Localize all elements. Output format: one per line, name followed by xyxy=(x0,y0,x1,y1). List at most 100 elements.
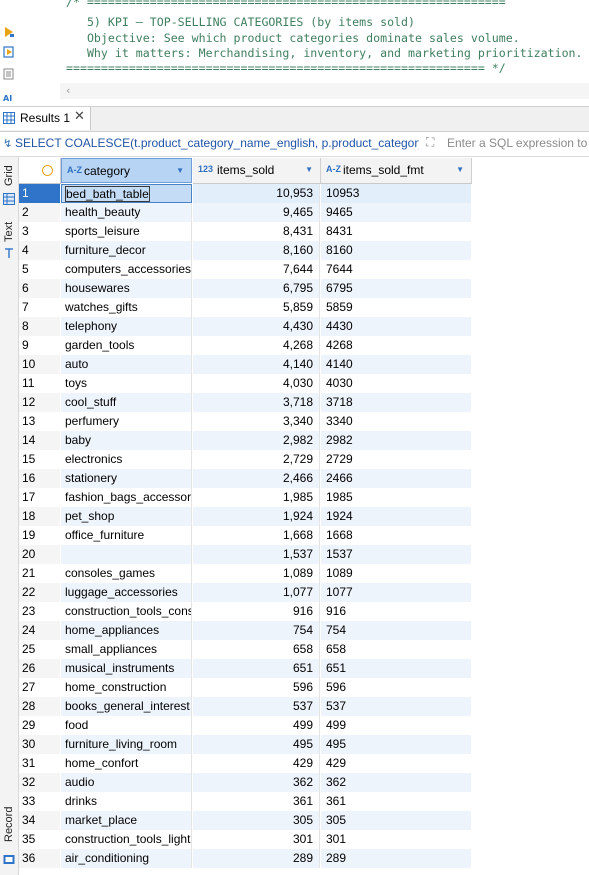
cell-items-sold-fmt[interactable]: 596 xyxy=(321,678,471,697)
cell-items-sold-fmt[interactable]: 289 xyxy=(321,849,471,868)
cell-items-sold-fmt[interactable]: 3340 xyxy=(321,412,471,431)
row-number[interactable]: 15 xyxy=(19,450,60,469)
cell-items-sold[interactable]: 8,431 xyxy=(193,222,320,241)
row-number[interactable]: 14 xyxy=(19,431,60,450)
row-number[interactable]: 3 xyxy=(19,222,60,241)
chevron-down-icon[interactable]: ▼ xyxy=(456,165,464,174)
results-grid[interactable]: A-Z category ▼ 123 items_sold ▼ A-Z item… xyxy=(19,158,589,875)
chevron-down-icon[interactable]: ▼ xyxy=(305,165,313,174)
cell-items-sold-fmt[interactable]: 3718 xyxy=(321,393,471,412)
row-number[interactable]: 19 xyxy=(19,526,60,545)
table-row[interactable]: 19 office_furniture 1,668 1668 xyxy=(19,526,473,545)
cell-items-sold[interactable]: 2,729 xyxy=(193,450,320,469)
text-view-tab[interactable]: Text xyxy=(0,219,18,249)
cell-category[interactable]: drinks xyxy=(61,792,192,811)
explain-plan-icon[interactable] xyxy=(3,68,15,80)
cell-items-sold-fmt[interactable]: 651 xyxy=(321,659,471,678)
row-number[interactable]: 34 xyxy=(19,811,60,830)
cell-items-sold[interactable]: 499 xyxy=(193,716,320,735)
table-row[interactable]: 9 garden_tools 4,268 4268 xyxy=(19,336,473,355)
cell-category[interactable]: computers_accessories xyxy=(61,260,192,279)
row-number[interactable]: 26 xyxy=(19,659,60,678)
row-number[interactable]: 30 xyxy=(19,735,60,754)
cell-items-sold[interactable]: 4,140 xyxy=(193,355,320,374)
table-row[interactable]: 18 pet_shop 1,924 1924 xyxy=(19,507,473,526)
cell-items-sold[interactable]: 289 xyxy=(193,849,320,868)
cell-items-sold-fmt[interactable]: 10953 xyxy=(321,184,471,203)
cell-items-sold[interactable]: 4,030 xyxy=(193,374,320,393)
cell-category[interactable]: garden_tools xyxy=(61,336,192,355)
cell-items-sold-fmt[interactable]: 495 xyxy=(321,735,471,754)
cell-items-sold[interactable]: 4,430 xyxy=(193,317,320,336)
cell-items-sold[interactable]: 8,160 xyxy=(193,241,320,260)
cell-category[interactable]: auto xyxy=(61,355,192,374)
row-number[interactable]: 10 xyxy=(19,355,60,374)
cell-category[interactable]: musical_instruments xyxy=(61,659,192,678)
cell-items-sold-fmt[interactable]: 4268 xyxy=(321,336,471,355)
sql-editor[interactable]: AI /* ==================================… xyxy=(0,0,589,104)
cell-items-sold[interactable]: 495 xyxy=(193,735,320,754)
table-row[interactable]: 23 construction_tools_cons 916 916 xyxy=(19,602,473,621)
row-number[interactable]: 11 xyxy=(19,374,60,393)
cell-items-sold-fmt[interactable]: 8160 xyxy=(321,241,471,260)
record-view-icon[interactable] xyxy=(3,853,15,865)
cell-items-sold-fmt[interactable]: 4140 xyxy=(321,355,471,374)
row-number[interactable]: 5 xyxy=(19,260,60,279)
select-all-icon[interactable] xyxy=(42,165,53,176)
cell-category[interactable]: air_conditioning xyxy=(61,849,192,868)
close-icon[interactable]: ✕ xyxy=(74,109,85,124)
row-number-header[interactable] xyxy=(19,158,61,184)
row-number[interactable]: 1 xyxy=(19,184,60,203)
row-number[interactable]: 17 xyxy=(19,488,60,507)
cell-items-sold-fmt[interactable]: 2729 xyxy=(321,450,471,469)
cell-items-sold[interactable]: 1,985 xyxy=(193,488,320,507)
row-number[interactable]: 18 xyxy=(19,507,60,526)
cell-items-sold-fmt[interactable]: 1077 xyxy=(321,583,471,602)
cell-items-sold[interactable]: 651 xyxy=(193,659,320,678)
cell-items-sold[interactable]: 3,340 xyxy=(193,412,320,431)
cell-items-sold-fmt[interactable]: 1668 xyxy=(321,526,471,545)
row-number[interactable]: 23 xyxy=(19,602,60,621)
cell-items-sold-fmt[interactable]: 8431 xyxy=(321,222,471,241)
row-number[interactable]: 27 xyxy=(19,678,60,697)
cell-items-sold-fmt[interactable]: 362 xyxy=(321,773,471,792)
row-number[interactable]: 9 xyxy=(19,336,60,355)
cell-items-sold-fmt[interactable]: 2982 xyxy=(321,431,471,450)
cell-category[interactable]: luggage_accessories xyxy=(61,583,192,602)
row-number[interactable]: 4 xyxy=(19,241,60,260)
cell-category[interactable]: bed_bath_table xyxy=(61,184,192,203)
cell-items-sold-fmt[interactable]: 9465 xyxy=(321,203,471,222)
cell-category[interactable]: baby xyxy=(61,431,192,450)
cell-items-sold[interactable]: 1,668 xyxy=(193,526,320,545)
cell-items-sold-fmt[interactable]: 658 xyxy=(321,640,471,659)
cell-category[interactable]: watches_gifts xyxy=(61,298,192,317)
cell-items-sold-fmt[interactable]: 7644 xyxy=(321,260,471,279)
table-row[interactable]: 14 baby 2,982 2982 xyxy=(19,431,473,450)
cell-items-sold-fmt[interactable]: 754 xyxy=(321,621,471,640)
table-row[interactable]: 29 food 499 499 xyxy=(19,716,473,735)
chevron-left-icon[interactable]: ‹ xyxy=(66,84,70,97)
cell-items-sold-fmt[interactable]: 1537 xyxy=(321,545,471,564)
cell-category[interactable]: office_furniture xyxy=(61,526,192,545)
cell-items-sold-fmt[interactable]: 1985 xyxy=(321,488,471,507)
table-row[interactable]: 12 cool_stuff 3,718 3718 xyxy=(19,393,473,412)
table-row[interactable]: 4 furniture_decor 8,160 8160 xyxy=(19,241,473,260)
cell-items-sold[interactable]: 2,982 xyxy=(193,431,320,450)
cell-category[interactable]: furniture_decor xyxy=(61,241,192,260)
row-number[interactable]: 16 xyxy=(19,469,60,488)
cell-items-sold[interactable]: 1,537 xyxy=(193,545,320,564)
table-row[interactable]: 5 computers_accessories 7,644 7644 xyxy=(19,260,473,279)
table-row[interactable]: 7 watches_gifts 5,859 5859 xyxy=(19,298,473,317)
table-row[interactable]: 3 sports_leisure 8,431 8431 xyxy=(19,222,473,241)
cell-items-sold-fmt[interactable]: 2466 xyxy=(321,469,471,488)
row-number[interactable]: 2 xyxy=(19,203,60,222)
table-row[interactable]: 6 housewares 6,795 6795 xyxy=(19,279,473,298)
table-row[interactable]: 32 audio 362 362 xyxy=(19,773,473,792)
cell-category[interactable]: stationery xyxy=(61,469,192,488)
row-number[interactable]: 28 xyxy=(19,697,60,716)
cell-items-sold[interactable]: 362 xyxy=(193,773,320,792)
cell-category[interactable]: toys xyxy=(61,374,192,393)
row-number[interactable]: 8 xyxy=(19,317,60,336)
cell-category[interactable]: pet_shop xyxy=(61,507,192,526)
column-header-items-sold-fmt[interactable]: A-Z items_sold_fmt ▼ xyxy=(321,158,472,184)
